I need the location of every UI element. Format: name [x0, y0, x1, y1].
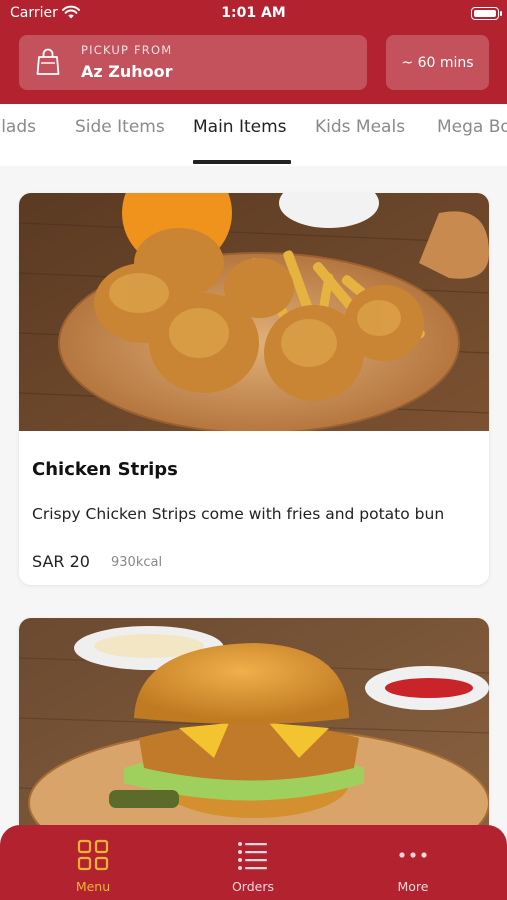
pickup-location-name: Az Zuhoor — [81, 62, 173, 81]
clock: 1:01 AM — [221, 5, 286, 21]
bottom-navigation: Menu Orders More — [0, 825, 507, 900]
battery-icon — [471, 7, 502, 20]
wait-time-button[interactable]: ~ 60 mins — [386, 35, 489, 90]
nav-more[interactable]: More — [358, 825, 468, 900]
pickup-location-selector[interactable]: PICKUP FROM Az Zuhoor — [19, 35, 367, 90]
product-calories: 930kcal — [111, 555, 163, 570]
product-description: Crispy Chicken Strips come with fries an… — [32, 505, 445, 523]
chicken-burger-photo — [19, 618, 489, 858]
nav-orders[interactable]: Orders — [198, 825, 308, 900]
more-dots-icon — [399, 852, 427, 858]
product-card[interactable] — [19, 618, 489, 858]
app-header: Carrier 1:01 AM PICKUP FROM Az Zuhoor ~ … — [0, 0, 507, 104]
product-price: SAR 20 — [32, 552, 90, 571]
nav-menu-label: Menu — [75, 879, 111, 894]
tab-main-items[interactable]: Main Items — [193, 117, 287, 137]
nav-more-label: More — [397, 879, 429, 894]
shopping-bag-icon — [36, 48, 60, 75]
grid-icon — [77, 839, 109, 871]
category-tabs: Salads Side Items Main Items Kids Meals … — [0, 104, 507, 166]
active-tab-indicator — [193, 160, 291, 164]
status-bar: Carrier 1:01 AM — [0, 0, 507, 28]
nav-menu[interactable]: Menu — [38, 825, 148, 900]
product-title: Chicken Strips — [32, 459, 178, 480]
tab-kids-meals[interactable]: Kids Meals — [315, 117, 405, 137]
tab-side-items[interactable]: Side Items — [75, 117, 165, 137]
tab-mega-box[interactable]: Mega Box — [437, 117, 507, 137]
product-card[interactable]: Chicken Strips Crispy Chicken Strips com… — [19, 193, 489, 585]
list-icon — [238, 842, 267, 870]
nav-orders-label: Orders — [231, 879, 275, 894]
chicken-strips-photo — [19, 193, 489, 431]
pickup-caption: PICKUP FROM — [81, 43, 173, 57]
tab-salads[interactable]: Salads — [0, 117, 36, 137]
